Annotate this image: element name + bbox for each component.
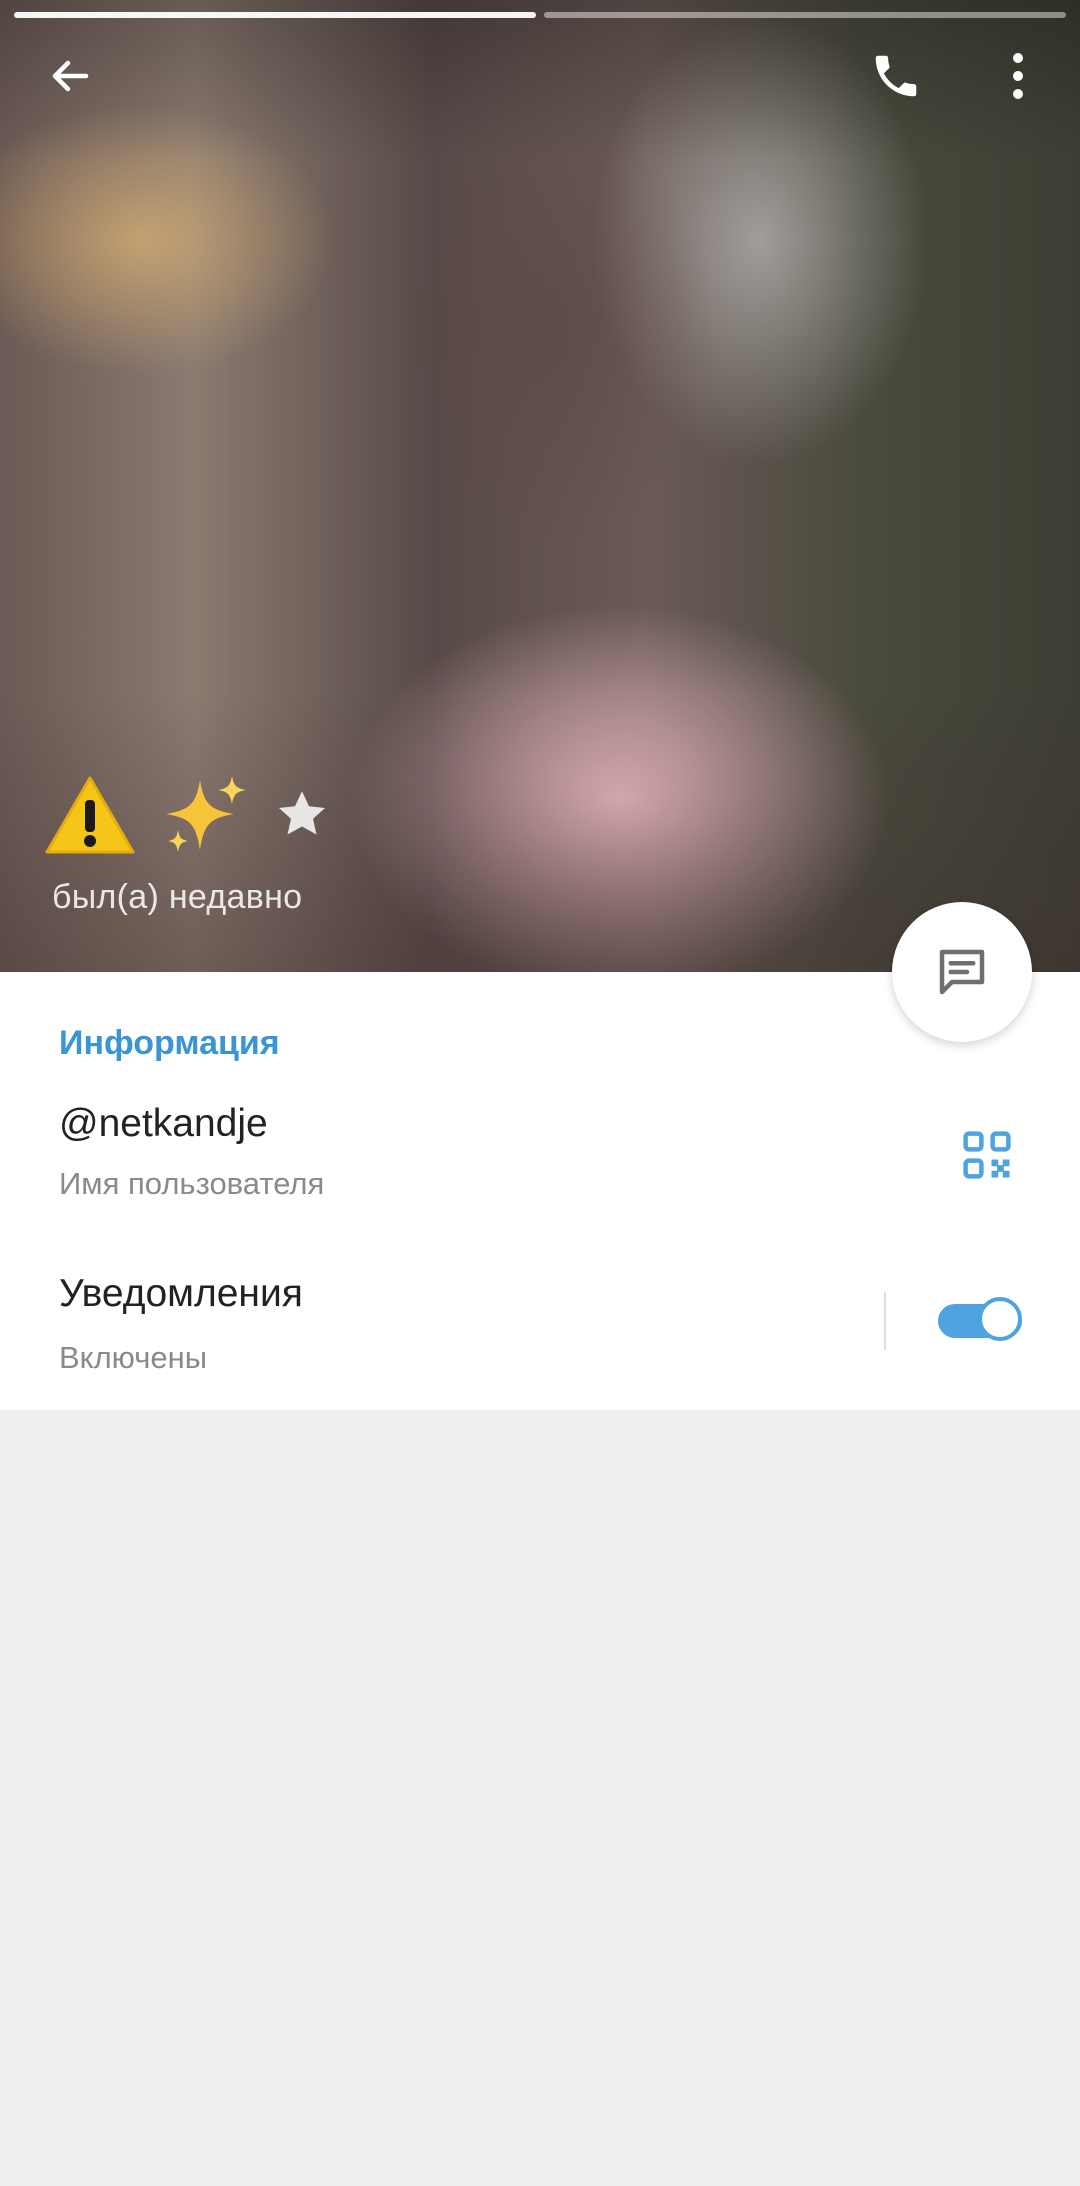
username-caption: Имя пользователя — [59, 1166, 325, 1201]
username-value[interactable]: @netkandje — [59, 1102, 268, 1146]
photo-progress-segments — [14, 12, 1066, 18]
photo-segment-1[interactable] — [14, 12, 536, 18]
back-button[interactable] — [34, 40, 106, 112]
star-badge-icon — [279, 791, 325, 835]
qr-code-button[interactable] — [952, 1120, 1022, 1190]
emoji-status-row[interactable] — [44, 770, 332, 860]
toggle-knob — [978, 1297, 1022, 1341]
vertical-divider — [884, 1292, 886, 1350]
qr-code-icon — [963, 1131, 1011, 1179]
more-vertical-icon — [1013, 53, 1023, 99]
chat-bubble-icon — [939, 949, 985, 995]
profile-photo-header[interactable]: был(а) недавно — [0, 0, 1080, 972]
sparkles-emoji-icon — [166, 776, 246, 852]
last-seen-status: был(а) недавно — [52, 878, 303, 916]
phone-icon — [875, 55, 917, 97]
photo-segment-2[interactable] — [544, 12, 1066, 18]
warning-emoji-icon — [45, 776, 135, 854]
send-message-button[interactable] — [892, 902, 1032, 1042]
notifications-toggle[interactable] — [938, 1296, 1026, 1346]
more-options-button[interactable] — [982, 40, 1054, 112]
arrow-left-icon — [52, 60, 89, 92]
call-button[interactable] — [860, 40, 932, 112]
section-title-info: Информация — [59, 1024, 280, 1062]
notifications-label[interactable]: Уведомления — [59, 1272, 303, 1316]
empty-content-area — [0, 1410, 1080, 2186]
notifications-status: Включены — [59, 1340, 208, 1375]
